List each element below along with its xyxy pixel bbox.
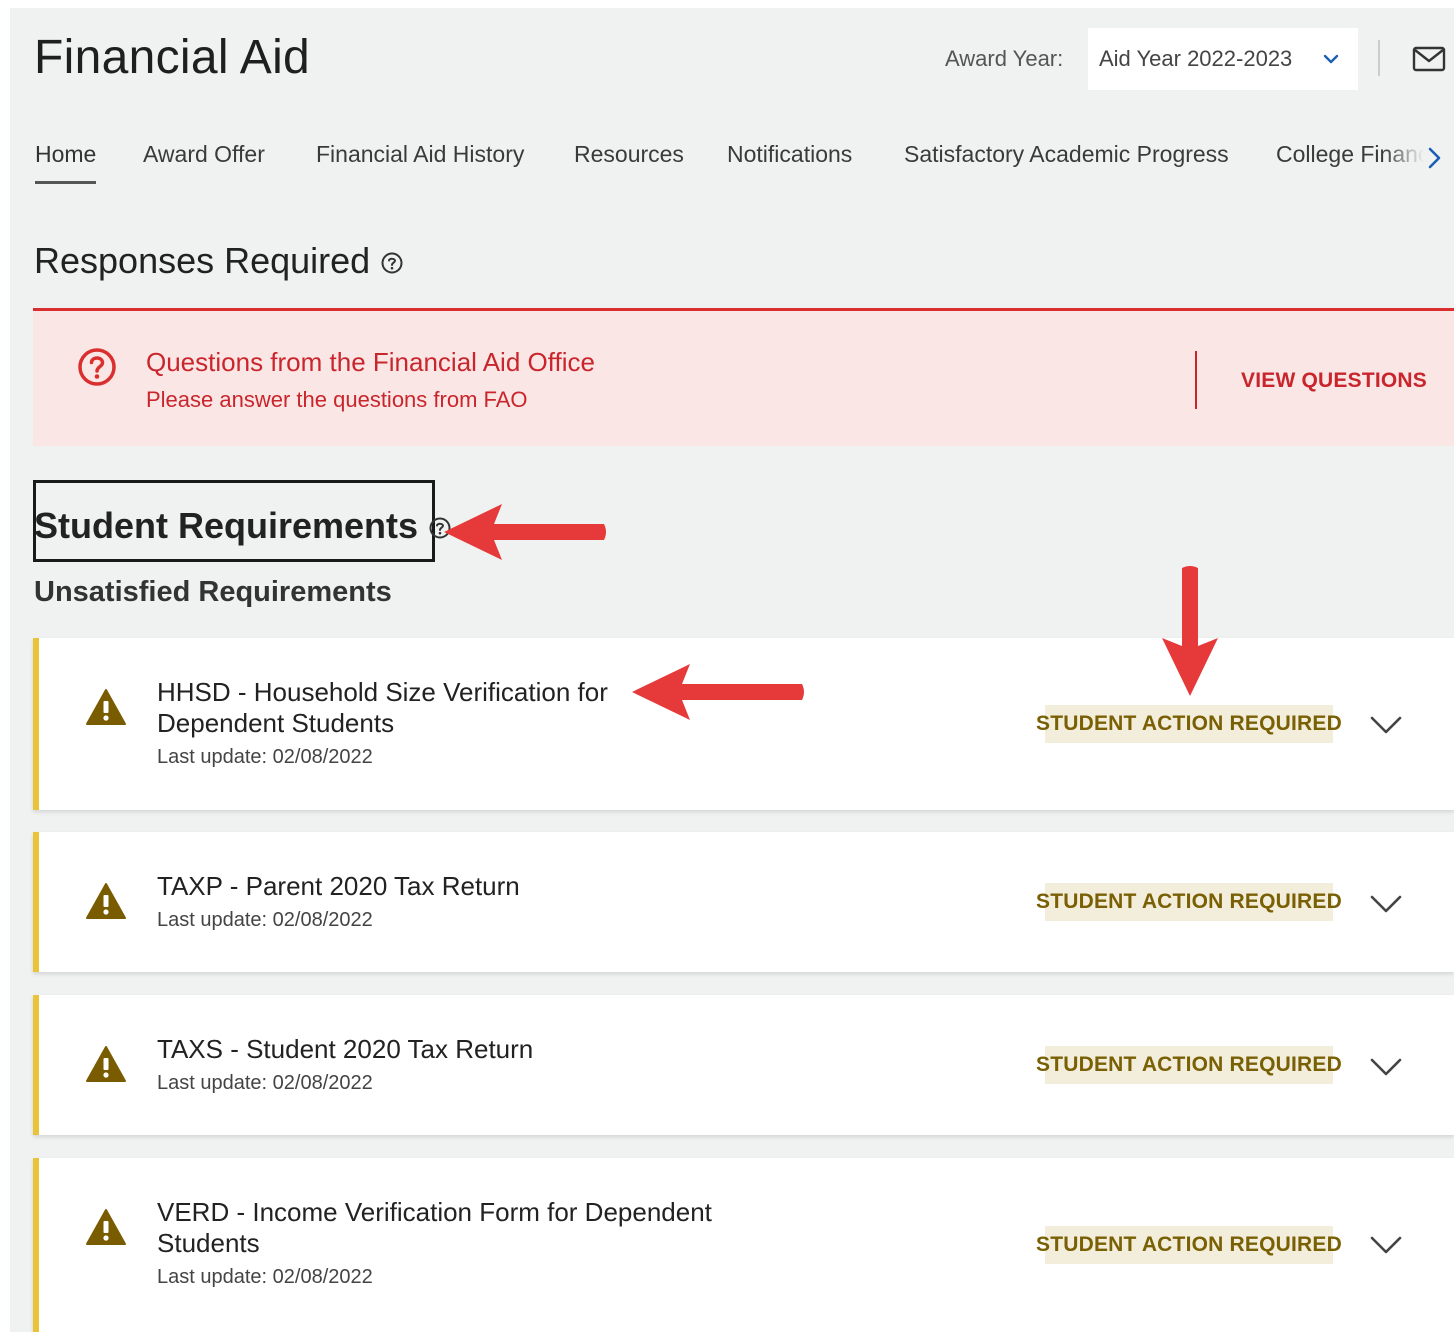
header-divider: [1378, 40, 1380, 76]
responses-required-label: Responses Required: [34, 240, 371, 281]
alert-title: Questions from the Financial Aid Office: [146, 347, 595, 377]
chevron-down-icon[interactable]: [1369, 1056, 1403, 1078]
warning-icon: [86, 689, 126, 725]
warning-icon: [86, 1209, 126, 1245]
warning-icon: [86, 883, 126, 919]
annotation-arrow-left: [632, 664, 804, 720]
chevron-down-icon[interactable]: [1369, 1234, 1403, 1256]
alert-divider: [1195, 351, 1197, 409]
chevron-right-icon[interactable]: [1424, 143, 1446, 173]
mail-icon[interactable]: [1412, 46, 1446, 72]
requirement-title: TAXP - Parent 2020 Tax Return: [157, 871, 520, 901]
help-icon[interactable]: [380, 251, 404, 275]
award-year-select[interactable]: Aid Year 2022-2023: [1088, 28, 1358, 90]
tab-college-financing[interactable]: College Financ: [1276, 141, 1424, 185]
award-year-label: Award Year:: [945, 46, 1064, 71]
requirement-card[interactable]: TAXP - Parent 2020 Tax Return Last updat…: [33, 832, 1454, 972]
requirement-title: VERD - Income Verification Form for Depe…: [157, 1197, 712, 1258]
tab-resources[interactable]: Resources: [574, 141, 684, 185]
view-questions-link[interactable]: VIEW QUESTIONS: [1241, 369, 1427, 393]
alert-subtitle: Please answer the questions from FAO: [146, 387, 528, 412]
warning-icon: [86, 1046, 126, 1082]
tab-notifications[interactable]: Notifications: [727, 141, 852, 185]
tab-award-offer[interactable]: Award Offer: [143, 141, 265, 185]
tab-financial-aid-history[interactable]: Financial Aid History: [316, 141, 524, 185]
status-badge: STUDENT ACTION REQUIRED: [1036, 705, 1342, 743]
annotation-arrow-left: [444, 504, 606, 560]
annotation-arrow-down: [1162, 566, 1218, 696]
status-badge: STUDENT ACTION REQUIRED: [1036, 883, 1342, 921]
main-tabs: Home Award Offer Financial Aid History R…: [35, 141, 1454, 191]
award-year-value: Aid Year 2022-2023: [1099, 46, 1293, 71]
requirement-card[interactable]: TAXS - Student 2020 Tax Return Last upda…: [33, 995, 1454, 1135]
requirement-last-update: Last update: 02/08/2022: [157, 1266, 373, 1288]
requirement-last-update: Last update: 02/08/2022: [157, 746, 373, 768]
tab-satisfactory-academic-progress[interactable]: Satisfactory Academic Progress: [904, 141, 1229, 185]
responses-required-heading: Responses Required: [34, 240, 404, 282]
chevron-down-icon[interactable]: [1369, 893, 1403, 915]
page-title: Financial Aid: [34, 31, 311, 84]
financial-aid-page: Financial Aid Award Year: Aid Year 2022-…: [10, 8, 1454, 1332]
requirement-last-update: Last update: 02/08/2022: [157, 1072, 373, 1094]
requirement-card[interactable]: VERD - Income Verification Form for Depe…: [33, 1158, 1454, 1332]
chevron-down-icon: [1323, 54, 1339, 64]
status-badge: STUDENT ACTION REQUIRED: [1036, 1046, 1342, 1084]
unsatisfied-requirements-heading: Unsatisfied Requirements: [34, 576, 392, 608]
student-requirements-label: Student Requirements: [34, 505, 419, 546]
requirement-title: TAXS - Student 2020 Tax Return: [157, 1034, 534, 1064]
status-badge: STUDENT ACTION REQUIRED: [1036, 1226, 1342, 1264]
requirement-last-update: Last update: 02/08/2022: [157, 909, 373, 931]
chevron-down-icon[interactable]: [1369, 714, 1403, 736]
tab-home[interactable]: Home: [35, 141, 97, 185]
requirement-title: HHSD - Household Size Verification for D…: [157, 677, 608, 738]
fao-questions-alert: Questions from the Financial Aid Office …: [33, 308, 1454, 446]
student-requirements-heading: Student Requirements: [34, 505, 452, 547]
question-circle-icon: [78, 348, 116, 386]
